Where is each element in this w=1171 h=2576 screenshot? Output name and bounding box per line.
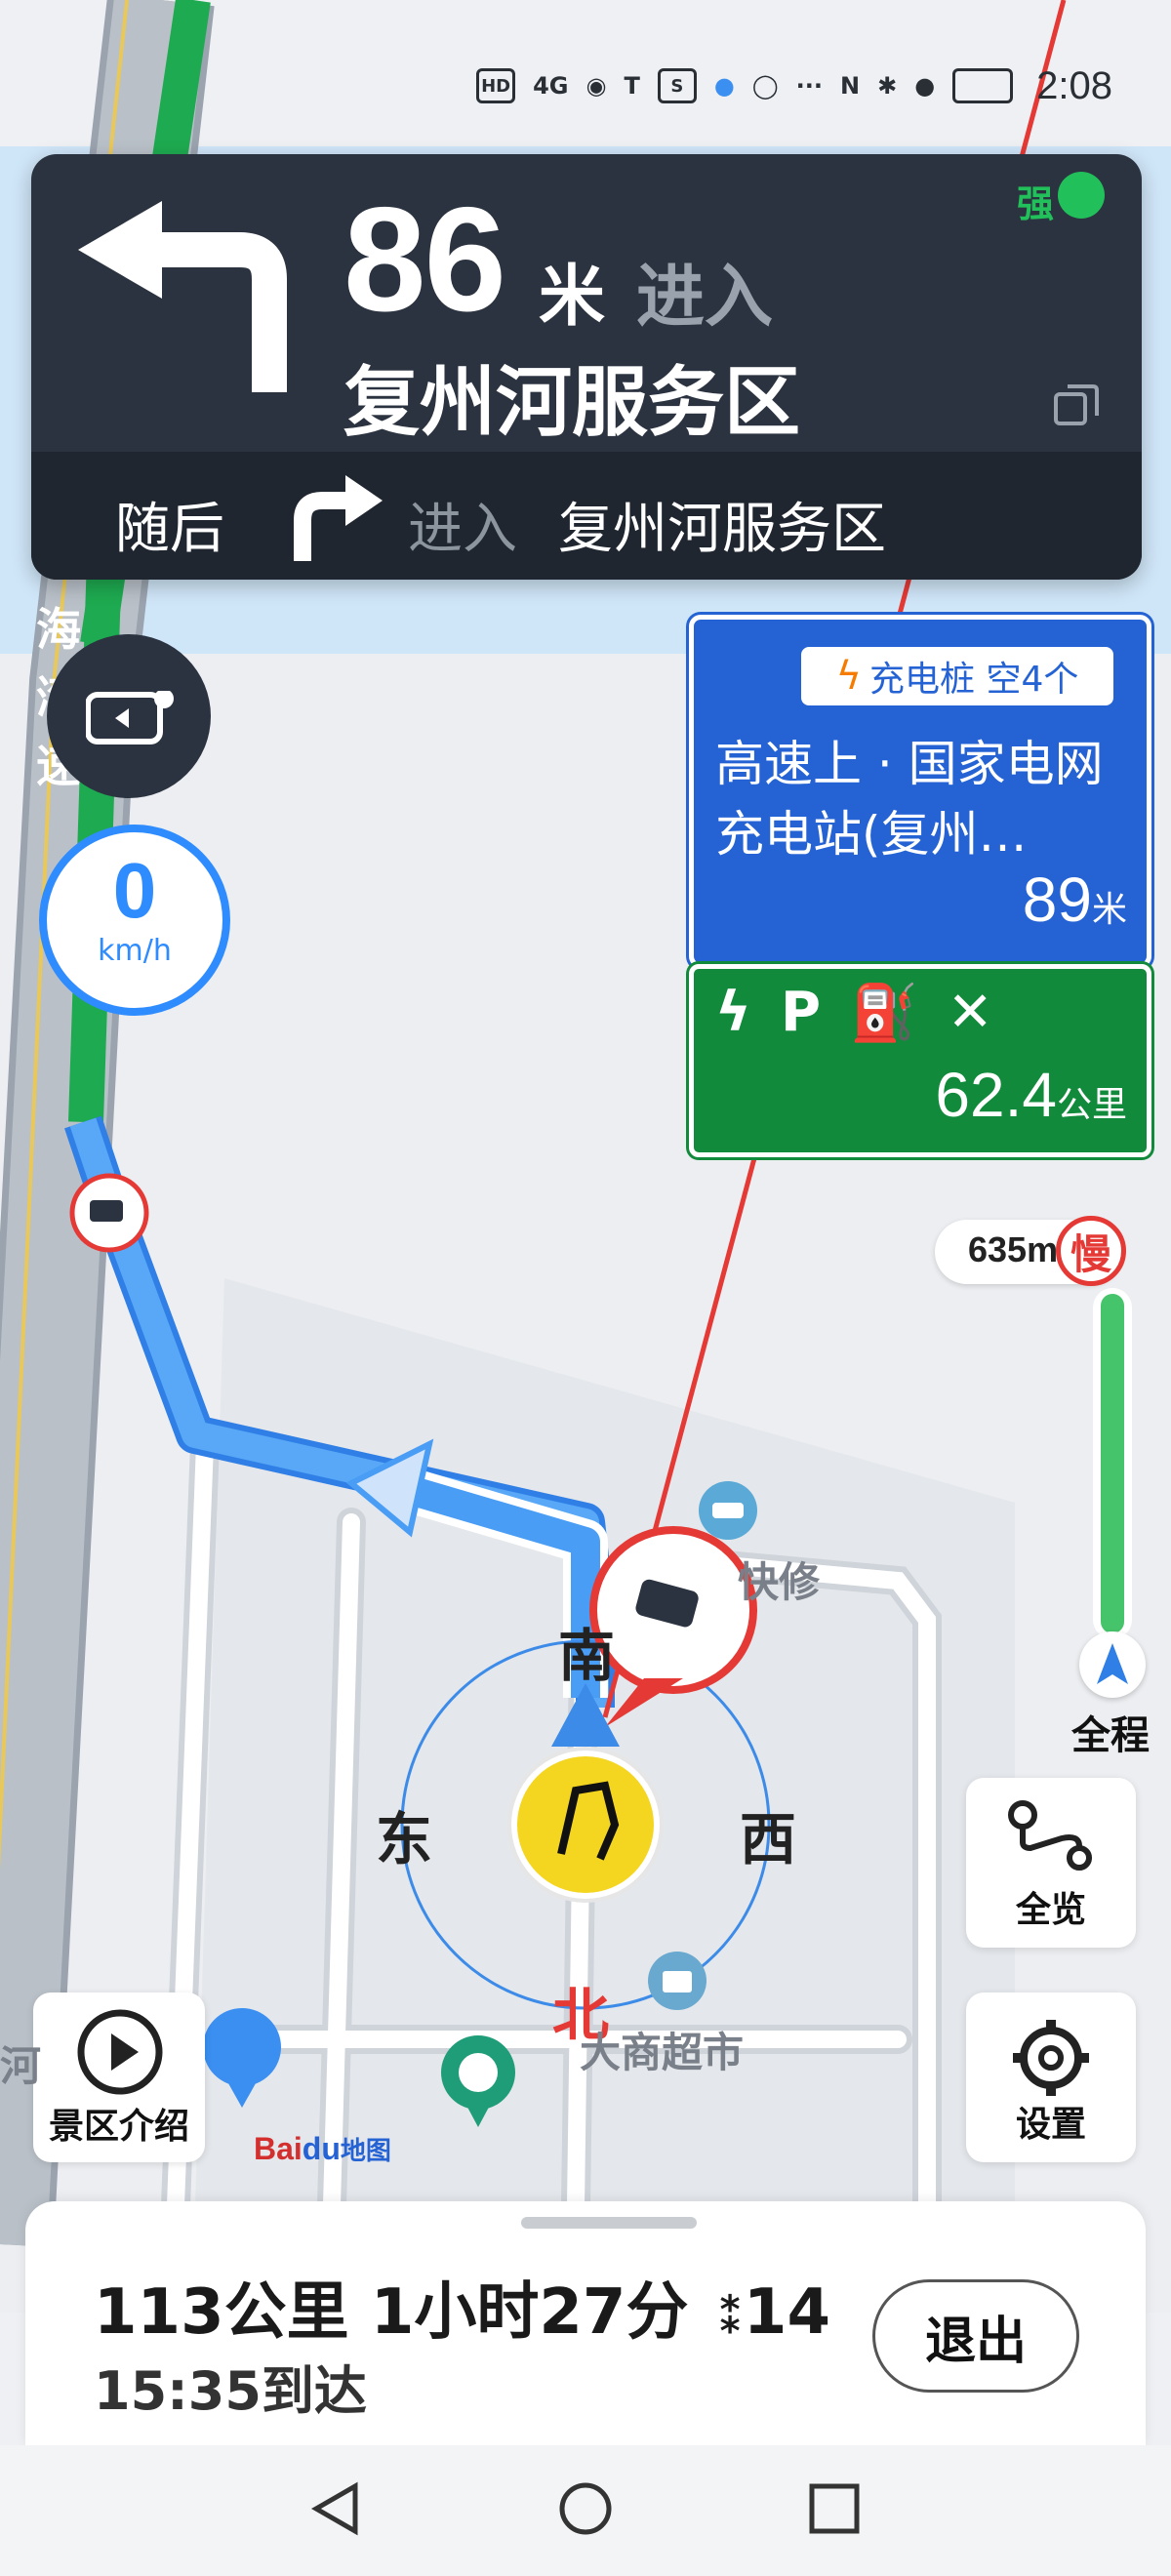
route-progress-bar <box>1093 1288 1132 1639</box>
trip-distance: 113公里 <box>94 2276 349 2349</box>
poi-repair-icon <box>699 1481 757 1540</box>
baidu-logo-text: Bai <box>254 2131 303 2166</box>
baidu-logo-map: 地图 <box>340 2136 391 2165</box>
home-icon[interactable] <box>551 2475 620 2543</box>
chat-icon: ◯ <box>751 72 779 100</box>
next-guidance: 随后 进入 复州河服务区 <box>31 452 1142 580</box>
guidance-main: 86 米 进入 复州河服务区 强 <box>31 154 1142 452</box>
restaurant-icon: ✕ <box>947 981 993 1044</box>
charging-distance: 89米 <box>1023 864 1127 936</box>
compass-west: 西 <box>740 1806 797 1872</box>
charging-icon: ϟ <box>715 981 751 1044</box>
trip-info: 113公里 1小时27分 ⁑14 <box>94 2262 830 2352</box>
poi-supermarket-label[interactable]: 大商超市 <box>580 2020 744 2079</box>
current-position-indicator <box>1079 1631 1146 1698</box>
location-icon: ● <box>914 72 936 100</box>
play-icon <box>77 2009 163 2095</box>
speed-value: 0 <box>112 847 157 934</box>
hd-icon: HD <box>476 68 516 103</box>
trip-time: 1小时27分 <box>370 2276 689 2349</box>
charging-badge-text: 充电桩 空4个 <box>869 660 1079 700</box>
speed-unit: km/h <box>98 934 172 968</box>
back-icon[interactable] <box>303 2475 371 2543</box>
next-label: 随后 <box>115 498 224 561</box>
overview-label: 全览 <box>1015 1890 1086 1930</box>
full-route-label[interactable]: 全程 <box>1071 1704 1150 1760</box>
service-area-card[interactable]: ϟ P ⛽ ✕ 62.4公里 <box>689 964 1151 1157</box>
remaining-distance: 635m <box>968 1229 1059 1269</box>
route-progress-fill <box>1101 1294 1124 1633</box>
gps-signal-icon <box>1058 172 1105 219</box>
4g-signal-icon: 4G <box>533 72 569 100</box>
turn-right-icon <box>294 475 383 561</box>
service-area-distance-unit: 公里 <box>1056 1084 1127 1124</box>
poi-repair-label[interactable]: 快修 <box>738 1550 820 1609</box>
lightning-icon: ϟ <box>835 654 863 699</box>
guidance-card[interactable]: 86 米 进入 复州河服务区 强 随后 进入 复州河服务区 <box>31 154 1142 580</box>
slow-traffic-badge: 慢 <box>1056 1216 1126 1286</box>
next-action: 进入 <box>408 498 517 561</box>
copy-icon[interactable] <box>1052 381 1101 429</box>
poi-river-label: 河 <box>0 2042 42 2090</box>
charging-availability-badge: ϟ 充电桩 空4个 <box>801 647 1113 705</box>
status-bar: HD 4G ◉ T S ● ◯ ··· N ✱ ● 2:08 <box>476 57 1112 115</box>
road-name: 复州河服务区 <box>343 359 801 447</box>
gps-signal-label: 强 <box>1016 182 1054 225</box>
charging-distance-unit: 米 <box>1091 889 1127 929</box>
gear-icon <box>1013 2020 1089 2096</box>
remaining-distance-bubble: 635m 慢 <box>935 1216 1126 1286</box>
fuel-icon: ⛽ <box>850 982 918 1045</box>
drag-handle[interactable] <box>521 2217 697 2229</box>
sina-icon: S <box>657 68 697 103</box>
overview-button[interactable]: 全览 <box>966 1778 1136 1948</box>
recents-icon[interactable] <box>800 2475 868 2543</box>
compass-east: 东 <box>376 1806 433 1872</box>
trip-summary-panel[interactable]: 113公里 1小时27分 ⁑14 15:35到达 退出 <box>25 2201 1146 2445</box>
next-road: 复州河服务区 <box>558 498 886 561</box>
service-area-distance: 62.4公里 <box>935 1059 1127 1131</box>
service-area-distance-value: 62.4 <box>935 1060 1057 1130</box>
lane-icon <box>86 691 174 745</box>
more-dots-icon: ··· <box>795 72 823 100</box>
traffic-light-icon: ⁑ <box>717 2288 744 2345</box>
arrival-time: 15:35到达 <box>94 2360 367 2422</box>
tesla-icon: T <box>624 72 640 100</box>
lane-view-button[interactable] <box>47 634 211 798</box>
scenic-intro-button[interactable]: 景区介绍 <box>33 1992 205 2162</box>
charging-station-name: 高速上 · 国家电网充电站(复州… <box>715 736 1104 863</box>
battery-icon <box>952 68 1014 103</box>
settings-button[interactable]: 设置 <box>966 1992 1136 2162</box>
settings-label: 设置 <box>1015 2105 1086 2145</box>
exit-navigation-button[interactable]: 退出 <box>872 2279 1079 2393</box>
parking-icon: P <box>780 981 821 1044</box>
compass-south: 南 <box>558 1623 616 1689</box>
distance-value: 86 <box>343 177 506 342</box>
app-icon: ◉ <box>586 72 607 100</box>
nfc-icon: N <box>839 72 861 100</box>
browser-icon: ● <box>713 72 735 100</box>
route-overview-icon <box>1008 1800 1092 1871</box>
charging-distance-value: 89 <box>1022 865 1092 935</box>
bluetooth-icon: ✱ <box>877 72 898 100</box>
speedometer: 0 km/h <box>39 825 230 1016</box>
charging-station-card[interactable]: ϟ 充电桩 空4个 高速上 · 国家电网充电站(复州… 89米 <box>689 615 1151 968</box>
distance-unit: 米 <box>539 259 606 336</box>
turn-left-icon <box>78 201 287 392</box>
baidu-map-logo: Baidu地图 <box>254 2131 391 2167</box>
service-facilities: ϟ P ⛽ ✕ <box>715 981 993 1045</box>
scenic-intro-label: 景区介绍 <box>48 2107 189 2147</box>
clock: 2:08 <box>1036 63 1112 107</box>
traffic-light-count: 14 <box>743 2276 830 2349</box>
baidu-logo-du: du <box>302 2131 341 2166</box>
navigation-arrow-icon <box>1097 1643 1128 1684</box>
poi-supermarket-icon <box>648 1952 707 2010</box>
action-text: 进入 <box>636 257 773 337</box>
system-navigation-bar <box>0 2445 1171 2576</box>
